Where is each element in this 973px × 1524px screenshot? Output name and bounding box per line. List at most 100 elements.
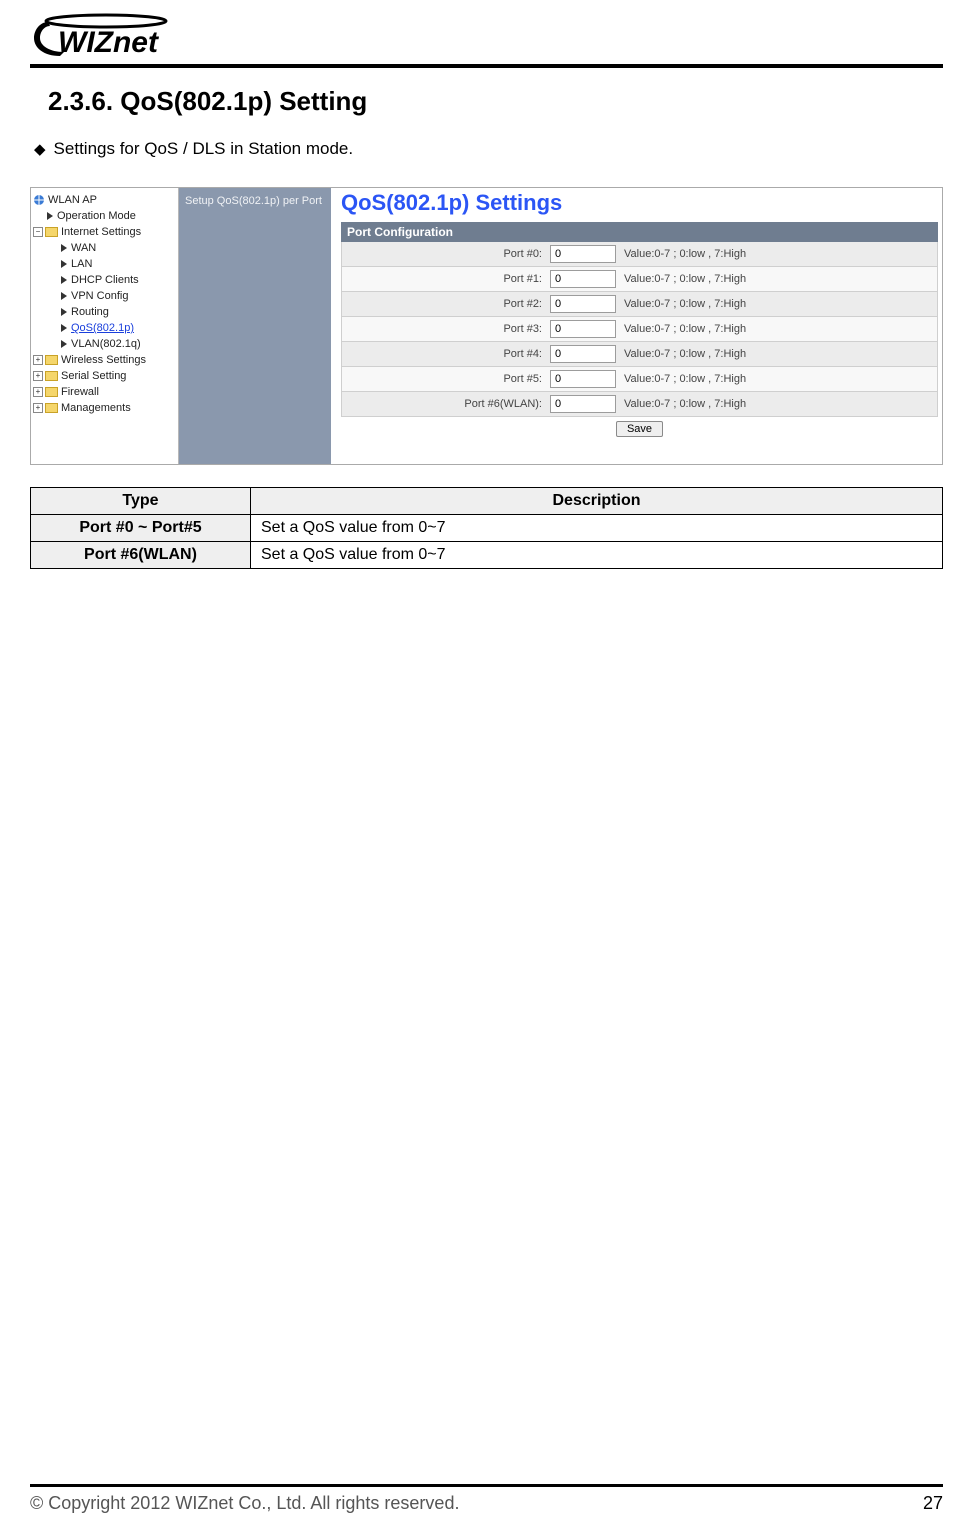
leaf-arrow-icon [61, 324, 67, 332]
port-label: Port #0: [342, 244, 550, 264]
tree-branch-label: Serial Setting [61, 368, 126, 384]
leaf-arrow-icon [61, 340, 67, 348]
port-row: Port #1: Value:0-7 ; 0:low , 7:High [341, 267, 938, 292]
tree-leaf[interactable]: WAN [33, 240, 176, 256]
footer-page-number: 27 [923, 1493, 943, 1514]
save-button[interactable]: Save [616, 421, 663, 437]
tree-branch[interactable]: + Firewall [33, 384, 176, 400]
tree-branch-label: Managements [61, 400, 131, 416]
port-value-input[interactable] [550, 295, 616, 313]
tree-leaf-label: QoS(802.1p) [71, 320, 134, 336]
tree-leaf[interactable]: DHCP Clients [33, 272, 176, 288]
section-bullet: Settings for QoS / DLS in Station mode. [34, 139, 943, 159]
leaf-arrow-icon [61, 292, 67, 300]
port-row: Port #0: Value:0-7 ; 0:low , 7:High [341, 242, 938, 267]
brand-logo: WIZnet [30, 10, 943, 60]
leaf-arrow-icon [61, 260, 67, 268]
tree-branch-label: Wireless Settings [61, 352, 146, 368]
folder-icon [45, 371, 58, 381]
content-title: QoS(802.1p) Settings [341, 190, 938, 216]
port-value-input[interactable] [550, 245, 616, 263]
type-cell: Port #0 ~ Port#5 [31, 515, 251, 542]
table-header-description: Description [251, 488, 943, 515]
port-label: Port #3: [342, 319, 550, 339]
tree-leaf[interactable]: Routing [33, 304, 176, 320]
leaf-arrow-icon [61, 276, 67, 284]
tree-leaf-label: DHCP Clients [71, 272, 139, 288]
port-hint: Value:0-7 ; 0:low , 7:High [624, 348, 746, 360]
expand-icon[interactable]: + [33, 387, 43, 397]
port-label: Port #4: [342, 344, 550, 364]
nav-tree: WLAN AP Operation Mode − Internet Settin… [31, 188, 179, 464]
tree-leaf[interactable]: VPN Config [33, 288, 176, 304]
port-row: Port #5: Value:0-7 ; 0:low , 7:High [341, 367, 938, 392]
port-label: Port #2: [342, 294, 550, 314]
leaf-arrow-icon [61, 308, 67, 316]
tree-leaf[interactable]: LAN [33, 256, 176, 272]
tree-leaf-label: WAN [71, 240, 96, 256]
port-value-input[interactable] [550, 270, 616, 288]
description-table: Type Description Port #0 ~ Port#5Set a Q… [30, 487, 943, 569]
port-hint: Value:0-7 ; 0:low , 7:High [624, 323, 746, 335]
port-hint: Value:0-7 ; 0:low , 7:High [624, 398, 746, 410]
port-hint: Value:0-7 ; 0:low , 7:High [624, 373, 746, 385]
port-row: Port #4: Value:0-7 ; 0:low , 7:High [341, 342, 938, 367]
port-label: Port #1: [342, 269, 550, 289]
tree-root[interactable]: WLAN AP [33, 192, 176, 208]
tree-branch-internet[interactable]: − Internet Settings [33, 224, 176, 240]
port-value-input[interactable] [550, 320, 616, 338]
folder-icon [45, 387, 58, 397]
port-label: Port #6(WLAN): [342, 394, 550, 414]
tree-branch[interactable]: + Serial Setting [33, 368, 176, 384]
port-hint: Value:0-7 ; 0:low , 7:High [624, 248, 746, 260]
port-row: Port #3: Value:0-7 ; 0:low , 7:High [341, 317, 938, 342]
port-hint: Value:0-7 ; 0:low , 7:High [624, 298, 746, 310]
table-header-type: Type [31, 488, 251, 515]
description-cell: Set a QoS value from 0~7 [251, 515, 943, 542]
tree-leaf-label: Operation Mode [57, 208, 136, 224]
tree-branch-label: Firewall [61, 384, 99, 400]
content-pane: QoS(802.1p) Settings Port Configuration … [331, 188, 942, 464]
type-cell: Port #6(WLAN) [31, 542, 251, 569]
port-value-input[interactable] [550, 345, 616, 363]
port-row: Port #2: Value:0-7 ; 0:low , 7:High [341, 292, 938, 317]
section-heading: 2.3.6. QoS(802.1p) Setting [48, 86, 943, 117]
description-cell: Set a QoS value from 0~7 [251, 542, 943, 569]
tree-leaf-label: LAN [71, 256, 92, 272]
folder-icon [45, 355, 58, 365]
folder-icon [45, 227, 58, 237]
tree-branch-label: Internet Settings [61, 224, 141, 240]
port-label: Port #5: [342, 369, 550, 389]
port-row: Port #6(WLAN): Value:0-7 ; 0:low , 7:High [341, 392, 938, 417]
description-pane: Setup QoS(802.1p) per Port [179, 188, 331, 464]
table-row: Port #6(WLAN)Set a QoS value from 0~7 [31, 542, 943, 569]
footer-divider [30, 1484, 943, 1487]
globe-icon [33, 194, 45, 206]
header-divider [30, 64, 943, 68]
svg-text:WIZnet: WIZnet [58, 26, 160, 59]
tree-leaf[interactable]: QoS(802.1p) [33, 320, 176, 336]
expand-icon[interactable]: + [33, 403, 43, 413]
tree-leaf-label: VPN Config [71, 288, 128, 304]
expand-icon[interactable]: + [33, 355, 43, 365]
table-row: Port #0 ~ Port#5Set a QoS value from 0~7 [31, 515, 943, 542]
port-config-header: Port Configuration [341, 222, 938, 242]
port-hint: Value:0-7 ; 0:low , 7:High [624, 273, 746, 285]
tree-leaf-label: VLAN(802.1q) [71, 336, 141, 352]
collapse-icon[interactable]: − [33, 227, 43, 237]
tree-branch[interactable]: + Wireless Settings [33, 352, 176, 368]
port-value-input[interactable] [550, 395, 616, 413]
tree-leaf-label: Routing [71, 304, 109, 320]
tree-branch[interactable]: + Managements [33, 400, 176, 416]
leaf-arrow-icon [61, 244, 67, 252]
page-footer: © Copyright 2012 WIZnet Co., Ltd. All ri… [30, 1484, 943, 1514]
footer-copyright: © Copyright 2012 WIZnet Co., Ltd. All ri… [30, 1493, 459, 1514]
expand-icon[interactable]: + [33, 371, 43, 381]
tree-leaf[interactable]: VLAN(802.1q) [33, 336, 176, 352]
config-screenshot: WLAN AP Operation Mode − Internet Settin… [30, 187, 943, 465]
tree-leaf[interactable]: Operation Mode [33, 208, 176, 224]
folder-icon [45, 403, 58, 413]
port-value-input[interactable] [550, 370, 616, 388]
tree-root-label: WLAN AP [48, 192, 97, 208]
leaf-arrow-icon [47, 212, 53, 220]
